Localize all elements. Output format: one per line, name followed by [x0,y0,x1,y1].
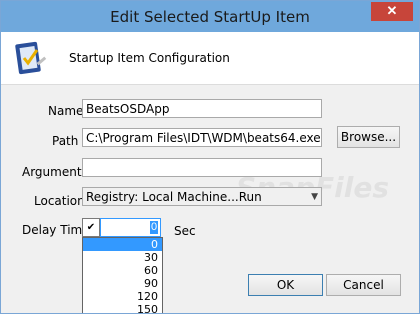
arguments-label: Arguments [22,165,88,179]
delay-option[interactable]: 0 [83,238,162,251]
delay-time-value: 0 [150,221,158,234]
close-button[interactable]: ✕ [371,2,413,21]
delay-option[interactable]: 120 [83,290,162,303]
name-label: Name [48,104,84,118]
browse-button[interactable]: Browse... [337,126,400,148]
delay-time-field[interactable]: 0 [100,218,161,237]
ok-button[interactable]: OK [248,274,323,296]
path-label: Path [52,134,79,148]
delay-option[interactable]: 30 [83,251,162,264]
delay-option[interactable]: 60 [83,264,162,277]
title-bar[interactable]: Edit Selected StartUp Item ✕ [1,1,419,32]
delay-dropdown-toggle[interactable]: ✔ [82,218,100,237]
edit-startup-item-dialog: Edit Selected StartUp Item ✕ Startup Ite… [0,0,420,314]
location-value: Registry: Local Machine...Run [86,190,262,204]
location-label: Location [34,194,85,208]
header-band: Startup Item Configuration [1,32,419,85]
arguments-field[interactable] [82,158,322,177]
delay-unit-label: Sec [174,224,196,238]
checklist-clipboard-icon [15,41,47,75]
header-text: Startup Item Configuration [69,51,230,65]
chevron-down-icon: ✔ [86,222,96,233]
delay-time-label: Delay Time [22,223,90,237]
name-field[interactable]: BeatsOSDApp [82,99,322,118]
delay-time-dropdown-list: 0 30 60 90 120 150 [82,237,163,313]
chevron-down-icon: ▼ [311,192,318,202]
path-field[interactable]: C:\Program Files\IDT\WDM\beats64.exe [82,128,322,147]
location-select[interactable]: Registry: Local Machine...Run ▼ [82,187,322,206]
cancel-button[interactable]: Cancel [326,274,401,296]
dialog-title: Edit Selected StartUp Item [110,8,310,26]
delay-option[interactable]: 150 [83,303,162,313]
delay-option[interactable]: 90 [83,277,162,290]
